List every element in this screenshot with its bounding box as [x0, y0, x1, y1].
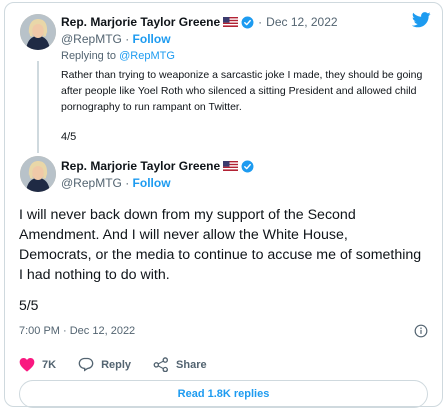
author-name[interactable]: Rep. Marjorie Taylor Greene — [61, 15, 220, 29]
read-replies-button[interactable]: Read 1.8K replies — [19, 380, 428, 408]
like-count: 7K — [42, 358, 57, 371]
replying-prefix: Replying to — [61, 50, 117, 62]
tweet-date[interactable]: Dec 12, 2022 — [266, 15, 337, 29]
share-button[interactable]: Share — [153, 357, 207, 372]
author-handle[interactable]: @RepMTG — [61, 32, 122, 46]
handle-row: @RepMTG · Follow — [61, 32, 171, 46]
reply-bubble-icon — [78, 357, 94, 372]
like-button[interactable]: 7K — [19, 357, 56, 372]
author-row: Rep. Marjorie Taylor Greene — [61, 159, 254, 173]
follow-button[interactable]: Follow — [133, 32, 171, 46]
separator-dot: · — [258, 15, 263, 29]
separator-dot: · — [125, 176, 130, 190]
us-flag-icon — [223, 17, 239, 27]
avatar[interactable] — [20, 156, 56, 192]
thread-count: 5/5 — [19, 297, 39, 313]
share-label: Share — [176, 358, 207, 371]
share-icon — [153, 357, 169, 372]
twitter-bird-icon[interactable] — [412, 12, 431, 28]
author-name[interactable]: Rep. Marjorie Taylor Greene — [61, 159, 220, 173]
tweet-actions: 7K Reply Share — [19, 357, 229, 372]
tweet-timestamp[interactable]: 7:00 PM · Dec 12, 2022 — [19, 325, 135, 337]
reply-button[interactable]: Reply — [78, 357, 131, 372]
verified-badge-icon — [241, 160, 254, 172]
main-tweet-text: I will never back down from my support o… — [19, 207, 422, 283]
separator-dot: · — [125, 32, 130, 46]
thread-connector — [37, 61, 39, 153]
replying-to-link[interactable]: @RepMTG — [119, 50, 175, 62]
us-flag-icon — [223, 161, 239, 171]
follow-button[interactable]: Follow — [133, 176, 171, 190]
author-row: Rep. Marjorie Taylor Greene · Dec 12, 20… — [61, 15, 338, 29]
info-icon[interactable] — [414, 324, 428, 338]
author-handle[interactable]: @RepMTG — [61, 176, 122, 190]
verified-badge-icon — [241, 16, 254, 28]
thread-count: 4/5 — [61, 131, 77, 143]
avatar[interactable] — [20, 14, 56, 50]
reply-tweet-text: Rather than trying to weaponize a sarcas… — [61, 69, 423, 113]
replying-to: Replying to @RepMTG — [61, 50, 175, 62]
handle-row: @RepMTG · Follow — [61, 176, 171, 190]
reply-label: Reply — [101, 358, 132, 371]
heart-icon — [19, 357, 35, 372]
